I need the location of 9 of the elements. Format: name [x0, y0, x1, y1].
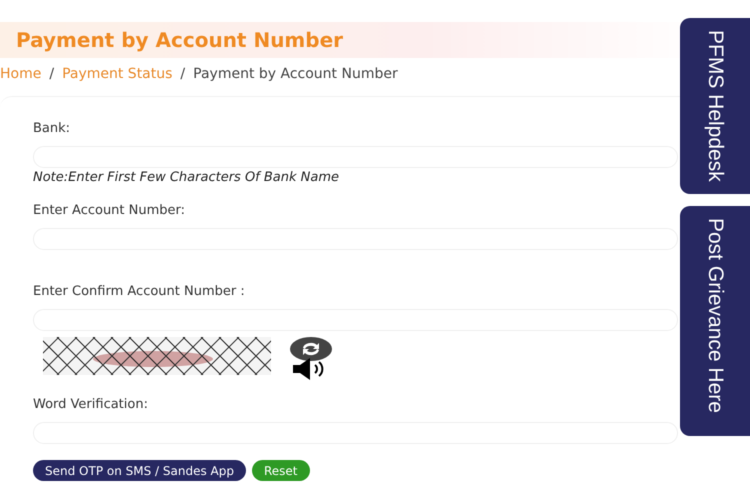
breadcrumb-separator: /: [180, 66, 186, 82]
reset-button[interactable]: Reset: [252, 460, 310, 481]
side-tab[interactable]: Post Grievance Here: [680, 206, 750, 436]
side-tab[interactable]: PFMS Helpdesk: [680, 18, 750, 194]
page-title: Payment by Account Number: [16, 28, 344, 52]
field-label: Enter Account Number:: [33, 203, 186, 218]
send-otp-button[interactable]: Send OTP on SMS / Sandes App: [33, 460, 246, 481]
breadcrumb-current: Payment by Account Number: [193, 66, 398, 82]
breadcrumb-separator: /: [49, 66, 54, 82]
